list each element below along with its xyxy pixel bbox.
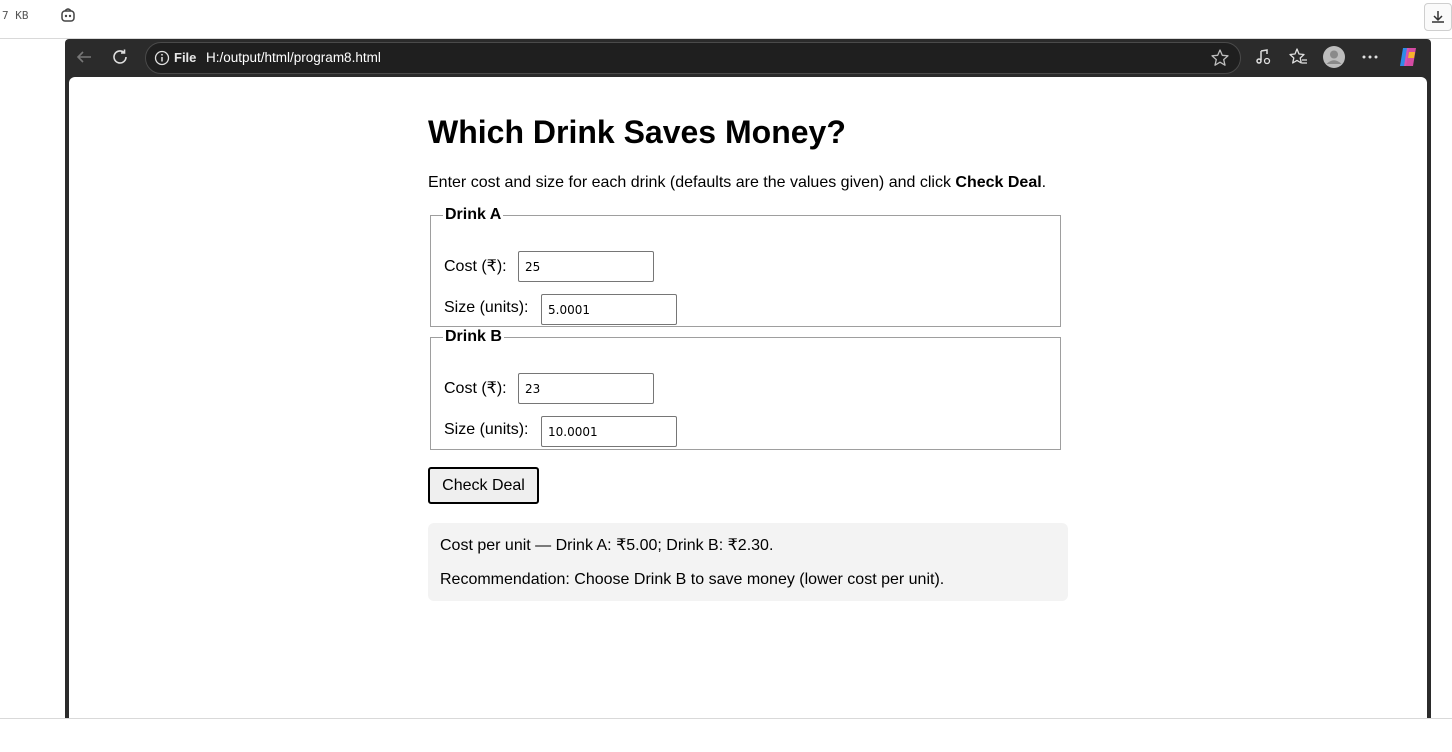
page-title: Which Drink Saves Money?	[428, 114, 846, 150]
drink-a-cost-label: Cost (₹):	[444, 258, 507, 275]
drink-b-size-label: Size (units):	[444, 421, 529, 438]
favorite-star-icon[interactable]	[1210, 48, 1230, 68]
drink-a-cost-input[interactable]	[518, 251, 654, 282]
recommendation-text: Recommendation: Choose Drink B to save m…	[440, 571, 945, 588]
download-icon[interactable]	[1424, 3, 1452, 31]
intro-text-end: .	[1041, 174, 1047, 191]
scheme-label: File	[174, 50, 197, 65]
drink-b-cost-label: Cost (₹):	[444, 380, 507, 397]
drink-b-fieldset: Drink B Cost (₹): Size (units):	[430, 328, 1061, 450]
drink-a-size-input[interactable]	[541, 294, 677, 325]
drink-b-size-input[interactable]	[541, 416, 677, 447]
site-info-icon[interactable]	[154, 50, 170, 66]
favorites-icon[interactable]	[1287, 46, 1309, 68]
cost-per-unit-text: Cost per unit — Drink A: ₹5.00; Drink B:…	[440, 537, 774, 554]
back-arrow-icon[interactable]	[73, 46, 95, 68]
check-deal-button[interactable]: Check Deal	[428, 467, 539, 504]
outer-top-strip: 7 KB	[0, 0, 1452, 39]
file-size-label: 7 KB	[2, 9, 29, 22]
browser-window: File H:/output/html/program8.html Which …	[65, 39, 1431, 718]
address-bar[interactable]: File H:/output/html/program8.html	[145, 42, 1241, 74]
bottom-strip	[0, 718, 1452, 752]
result-box: Cost per unit — Drink A: ₹5.00; Drink B:…	[428, 523, 1068, 601]
profile-avatar-icon[interactable]	[1323, 46, 1345, 68]
page-viewport: Which Drink Saves Money? Enter cost and …	[69, 77, 1427, 718]
copilot-bot-icon[interactable]	[60, 7, 76, 23]
drink-b-cost-input[interactable]	[518, 373, 654, 404]
drink-a-legend: Drink A	[445, 206, 502, 223]
drink-b-legend: Drink B	[445, 328, 502, 345]
url-text[interactable]: H:/output/html/program8.html	[206, 50, 381, 65]
browser-toolbar: File H:/output/html/program8.html	[65, 39, 1431, 76]
drink-a-fieldset: Drink A Cost (₹): Size (units):	[430, 206, 1061, 327]
intro-text: Enter cost and size for each drink (defa…	[428, 174, 1046, 192]
more-options-icon[interactable]	[1359, 46, 1381, 68]
refresh-icon[interactable]	[109, 46, 131, 68]
intro-text-bold: Check Deal	[955, 174, 1042, 191]
drink-a-size-label: Size (units):	[444, 299, 529, 316]
intro-text-start: Enter cost and size for each drink (defa…	[428, 174, 956, 191]
read-aloud-icon[interactable]	[1252, 46, 1274, 68]
copilot-icon[interactable]	[1397, 46, 1419, 68]
